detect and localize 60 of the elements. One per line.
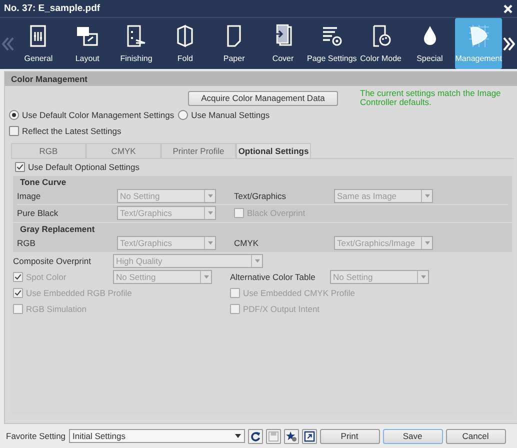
scroll-right-icon[interactable] [503, 36, 516, 50]
checkbox-label: PDF/X Output Intent [243, 304, 320, 314]
toolbar-tab[interactable]: Special [406, 18, 454, 69]
toolbar-tab[interactable]: Layout [64, 18, 111, 69]
tab-icon [75, 24, 100, 48]
checkbox[interactable] [15, 162, 25, 172]
toolbar-tab[interactable]: Finishing [112, 18, 160, 69]
field-label: Image [17, 191, 42, 201]
caret-icon [208, 211, 212, 215]
group-title: Gray Replacement [19, 224, 96, 235]
field-label: Alternative Color Table [230, 272, 316, 282]
section-header: Color Management [5, 72, 517, 86]
field-label: CMYK [234, 238, 260, 248]
group-title: Tone Curve [19, 177, 68, 188]
caret-icon [208, 241, 212, 245]
favorite-dropdown[interactable]: Initial Settings [68, 429, 245, 443]
toolbar-tab[interactable]: Fold [162, 18, 209, 69]
toolbar-tab[interactable]: Color Mode [357, 18, 404, 69]
close-icon[interactable] [503, 4, 513, 14]
footer-button[interactable]: Print [320, 428, 380, 444]
radio-label: Use Manual Settings [191, 110, 270, 120]
checkbox-label: RGB Simulation [26, 304, 86, 314]
tab[interactable]: CMYK [86, 143, 161, 158]
checkbox-label: Use Embedded RGB Profile [26, 288, 132, 298]
toolbar-tab[interactable]: Paper [210, 18, 258, 69]
favorite-button[interactable] [284, 428, 299, 444]
caret-icon [424, 194, 430, 198]
radio-label: Use Default Color Management Settings [22, 110, 174, 120]
caret-icon [424, 241, 430, 245]
toolbar-tab[interactable]: General [15, 18, 62, 69]
radio-button[interactable] [9, 110, 19, 120]
checkbox-label: Spot Color [26, 272, 66, 282]
footer-button[interactable]: Save [382, 428, 443, 444]
tab[interactable]: RGB [11, 143, 86, 158]
caret-icon [208, 194, 212, 198]
checkbox-label: Use Embedded CMYK Profile [243, 288, 355, 298]
acquire-button[interactable]: Acquire Color Management Data [188, 90, 338, 106]
window-title: No. 37: E_sample.pdf [4, 3, 100, 14]
caret-icon [254, 259, 260, 263]
field-label: Composite Overprint [13, 256, 92, 266]
toolbar-tab[interactable]: Page Settings [308, 18, 356, 69]
checkbox[interactable] [9, 126, 19, 136]
favorite-label: Favorite Setting [6, 431, 66, 441]
checkbox-label: Reflect the Latest Settings [22, 126, 122, 136]
checkbox-label: Use Default Optional Settings [28, 162, 140, 172]
toolbar-tab[interactable]: Cover [260, 18, 306, 69]
field-label: Text/Graphics [234, 191, 287, 201]
field-label: RGB [17, 238, 36, 248]
caret-icon [204, 275, 208, 279]
caret-icon [234, 434, 241, 438]
tab-icon [466, 24, 491, 48]
refresh-button[interactable] [248, 428, 263, 444]
field-label: Pure Black [17, 208, 60, 218]
radio-button[interactable] [178, 110, 188, 120]
status-message: The current settings match the Image Controller defaults. [360, 89, 502, 107]
resize-button[interactable] [302, 428, 317, 444]
tab[interactable]: Printer Profile [161, 143, 236, 158]
caret-icon [420, 275, 426, 279]
footer-button[interactable]: Cancel [446, 428, 506, 444]
tab[interactable]: Optional Settings [236, 143, 311, 158]
